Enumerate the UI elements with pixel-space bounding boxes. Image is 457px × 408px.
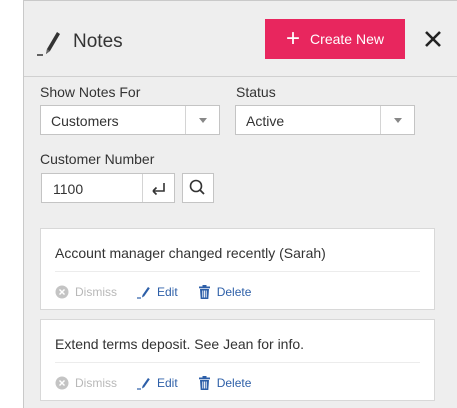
customer-number-value: 1100 [53, 181, 84, 197]
dismiss-button[interactable]: Dismiss [55, 376, 117, 390]
dismiss-icon [55, 285, 69, 299]
note-text: Extend terms deposit. See Jean for info. [55, 336, 305, 352]
edit-button[interactable]: Edit [137, 285, 178, 299]
close-icon[interactable] [423, 29, 443, 49]
search-button[interactable] [182, 173, 214, 203]
pen-icon [137, 378, 150, 390]
note-card: Account manager changed recently (Sarah)… [40, 228, 435, 310]
panel-title: Notes [73, 31, 123, 52]
notes-panel: Notes + Create New Show Notes For Custom… [23, 0, 457, 408]
search-icon [189, 179, 205, 195]
enter-icon [152, 183, 165, 196]
divider [55, 362, 420, 363]
dismiss-button[interactable]: Dismiss [55, 285, 117, 299]
pen-icon [37, 32, 60, 56]
edit-label: Edit [157, 285, 178, 299]
chevron-down-icon[interactable] [185, 106, 219, 134]
dismiss-label: Dismiss [75, 285, 117, 299]
enter-button[interactable] [142, 174, 174, 202]
note-card: Extend terms deposit. See Jean for info.… [40, 319, 435, 401]
show-notes-for-label: Show Notes For [40, 84, 141, 100]
show-notes-for-select[interactable]: Customers [40, 105, 220, 135]
delete-button[interactable]: Delete [198, 376, 252, 390]
status-value: Active [246, 113, 285, 129]
divider [55, 271, 420, 272]
plus-icon: + [286, 25, 301, 52]
edit-label: Edit [157, 376, 178, 390]
create-new-button[interactable]: + Create New [265, 19, 405, 59]
show-notes-for-value: Customers [51, 113, 119, 129]
status-label: Status [236, 84, 276, 100]
create-new-label: Create New [310, 31, 384, 47]
trash-icon [198, 285, 210, 299]
delete-label: Delete [216, 376, 252, 390]
trash-icon [198, 376, 210, 390]
note-actions: Dismiss Edit Delete [55, 282, 271, 302]
panel-header: Notes + Create New [24, 1, 457, 77]
note-text: Account manager changed recently (Sarah) [55, 245, 326, 261]
delete-button[interactable]: Delete [198, 285, 252, 299]
pen-icon [137, 287, 150, 299]
customer-number-label: Customer Number [40, 151, 155, 167]
note-actions: Dismiss Edit Delete [55, 373, 271, 393]
status-select[interactable]: Active [235, 105, 415, 135]
chevron-down-icon[interactable] [380, 106, 414, 134]
dismiss-label: Dismiss [75, 376, 117, 390]
customer-number-input[interactable]: 1100 [41, 173, 175, 203]
dismiss-icon [55, 376, 69, 390]
edit-button[interactable]: Edit [137, 376, 178, 390]
delete-label: Delete [216, 285, 252, 299]
